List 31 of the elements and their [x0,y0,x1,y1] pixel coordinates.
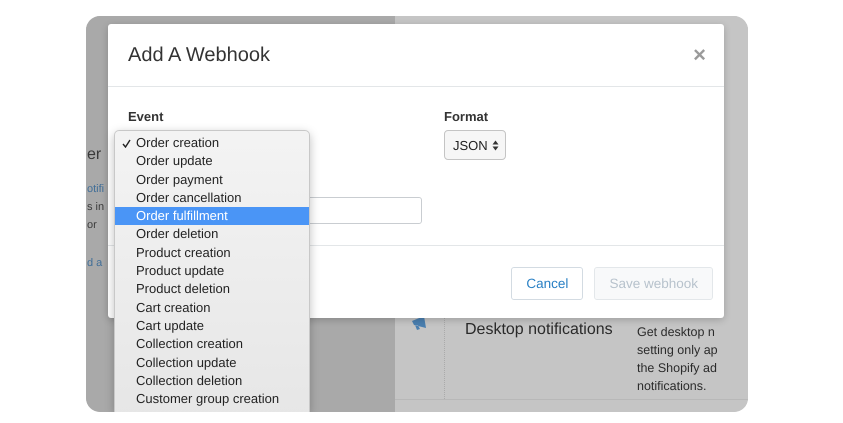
menu-option[interactable]: Product creation [115,244,309,262]
menu-option[interactable]: Order cancellation [115,188,309,208]
menu-option[interactable]: Order creation [115,134,309,152]
menu-option[interactable]: Collection creation [115,335,309,354]
check-icon [122,139,131,148]
menu-option[interactable]: Cart creation [115,298,309,317]
cancel-button[interactable]: Cancel [511,267,584,300]
menu-option[interactable]: Customer group creation [115,390,309,408]
background-text: otifi [87,182,106,197]
menu-option[interactable]: Collection update [115,354,309,372]
section-title: Desktop notifications [465,321,613,338]
menu-option[interactable]: Order deletion [115,225,309,244]
description-text: the Shopify ad [637,360,718,377]
background-text: or [87,218,98,233]
menu-option[interactable]: Product deletion [115,280,309,299]
stepper-arrows-icon [492,140,499,150]
menu-option[interactable]: Collection deletion [115,372,309,390]
description-text: setting only ap [637,342,718,359]
menu-option[interactable]: Order update [115,152,309,171]
background-text: er [87,145,102,165]
format-select[interactable]: JSON [444,130,506,160]
menu-option[interactable]: Order payment [115,170,309,189]
format-label: Format [444,109,488,125]
dialog-title: Add A Webhook [128,44,270,66]
description-text: notifications. [637,378,708,395]
menu-option[interactable]: Product update [115,262,309,280]
background-text: s in [87,200,106,215]
background-text: d a [87,256,104,271]
description-text: Get desktop n [637,324,716,341]
event-label: Event [128,109,164,125]
menu-option[interactable]: Cart update [115,316,309,336]
